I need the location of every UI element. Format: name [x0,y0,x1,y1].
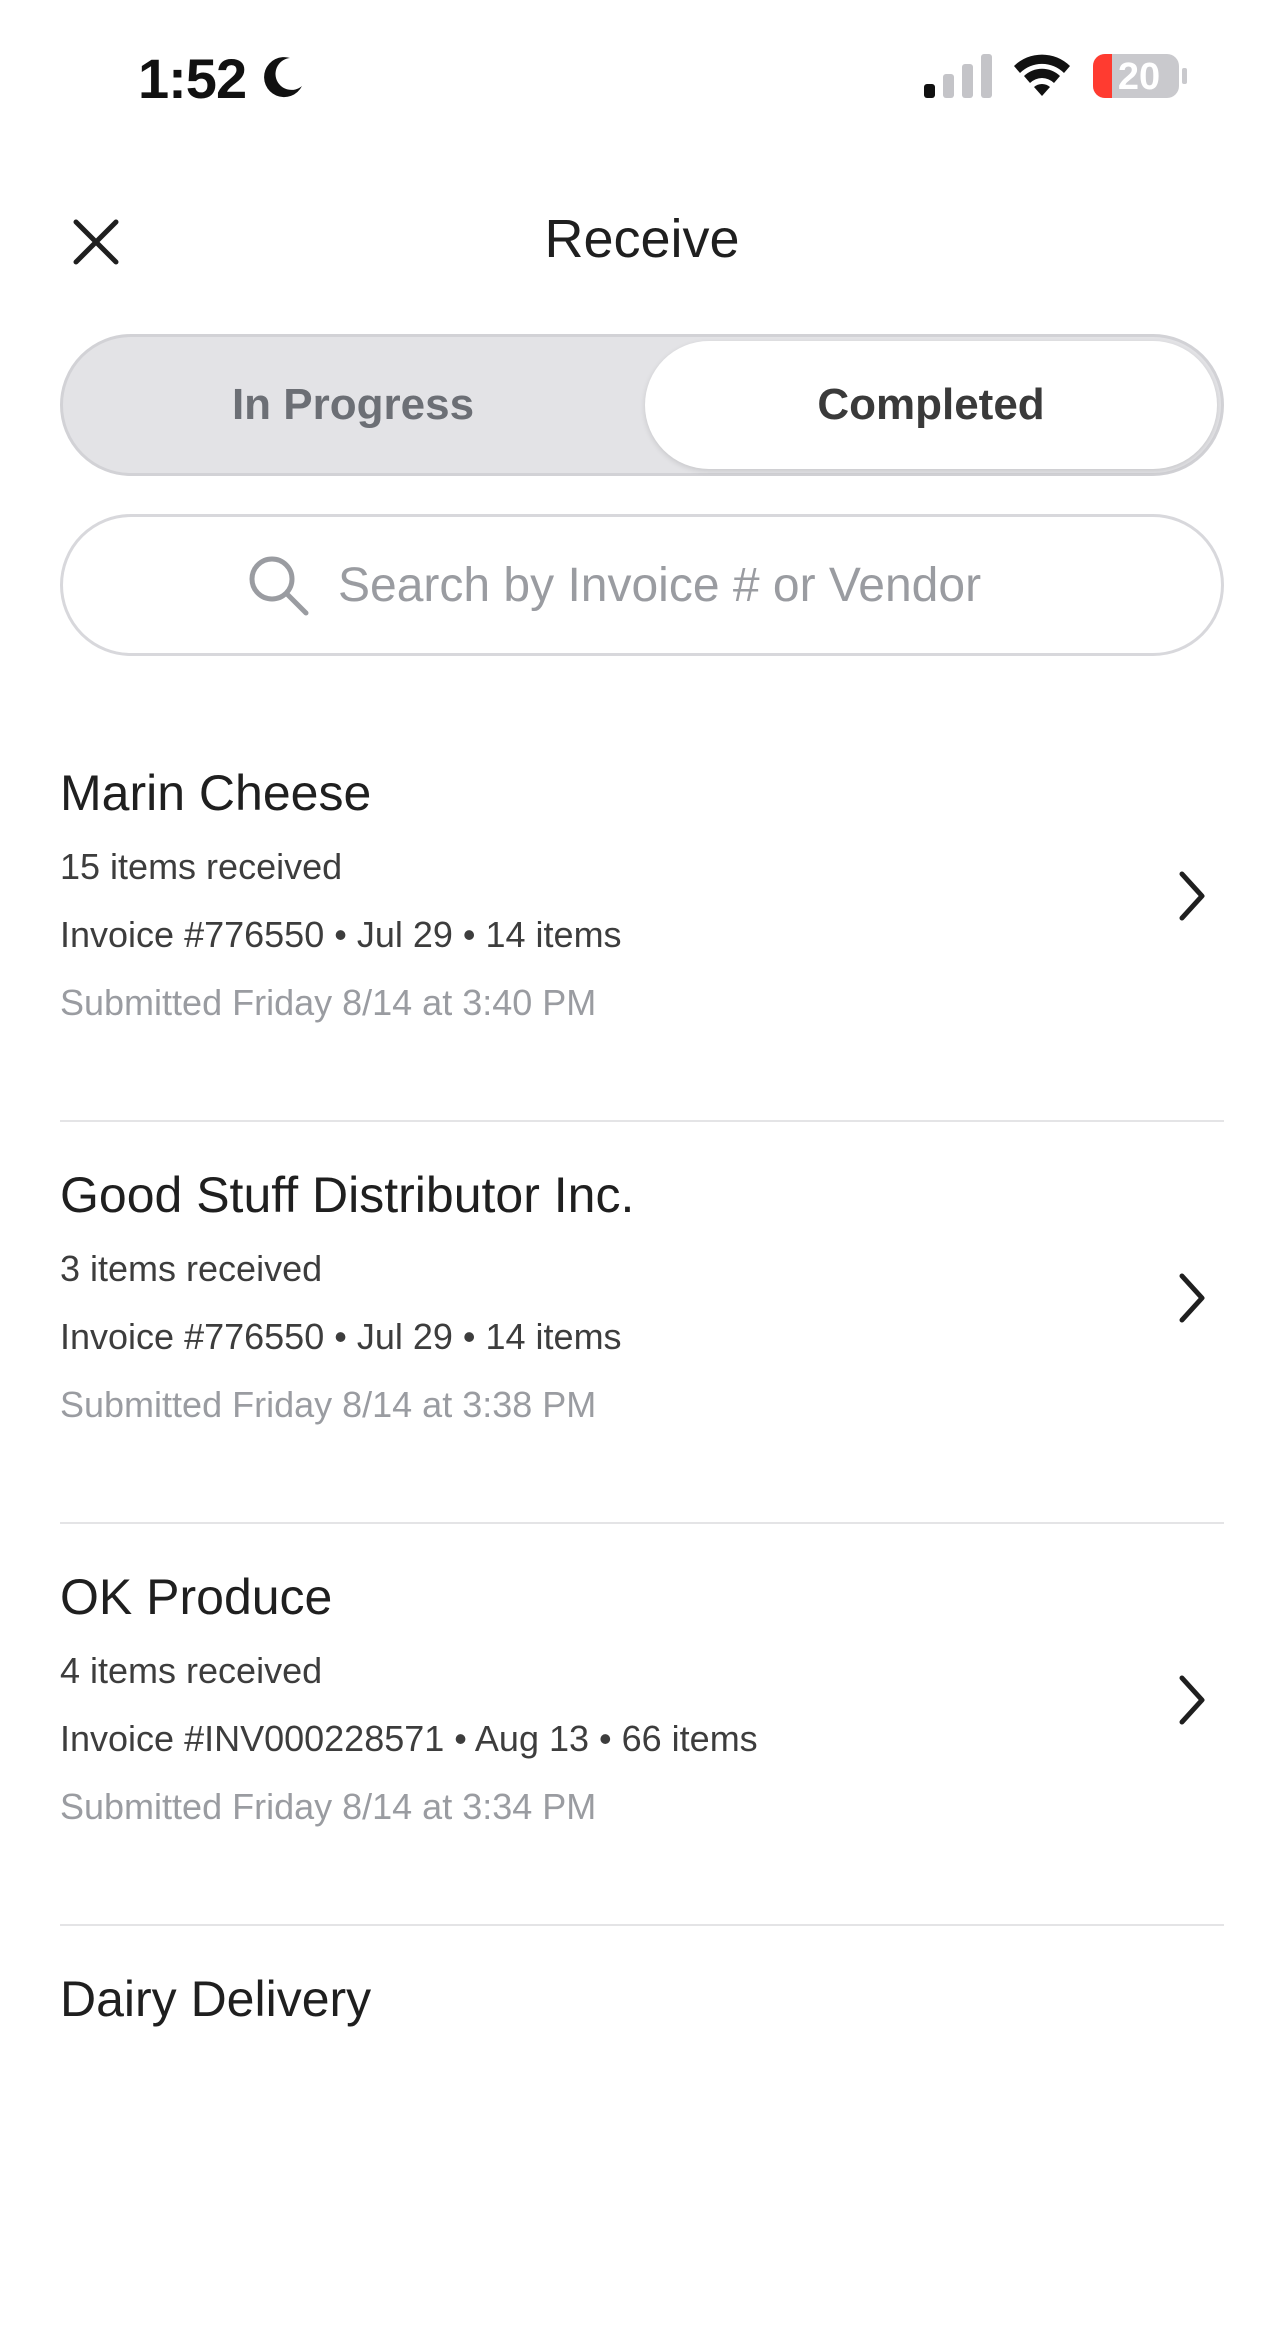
receipts-list: Marin Cheese 15 items received Invoice #… [60,720,1224,2328]
submitted-time: Submitted Friday 8/14 at 3:34 PM [60,1786,597,1827]
tab-completed[interactable]: Completed [645,341,1217,469]
vendor-name: Dairy Delivery [60,1971,372,2027]
submitted-time: Submitted Friday 8/14 at 3:40 PM [60,982,597,1023]
moon-icon [264,57,302,98]
vendor-name: Marin Cheese [60,765,372,821]
header: Receive [0,190,1284,290]
search-input[interactable] [338,557,1038,613]
list-item[interactable]: Dairy Delivery [60,1926,1224,2328]
list-item[interactable]: OK Produce 4 items received Invoice #INV… [60,1524,1224,1926]
items-received: 4 items received [60,1650,323,1691]
submitted-time: Submitted Friday 8/14 at 3:38 PM [60,1384,597,1425]
search-bar[interactable] [60,514,1224,656]
cellular-signal-icon [924,54,992,98]
status-segmented-control: In Progress Completed [60,334,1224,476]
vendor-name: OK Produce [60,1569,333,1625]
status-time: 1:52 [138,47,247,110]
wifi-icon [1014,54,1070,96]
status-bar: 1:52 20 [0,0,1284,150]
invoice-details: Invoice #776550 • Jul 29 • 14 items [60,1316,622,1357]
invoice-details: Invoice #INV000228571 • Aug 13 • 66 item… [60,1718,758,1759]
battery-level: 20 [1117,56,1161,98]
items-received: 15 items received [60,846,343,887]
list-item[interactable]: Marin Cheese 15 items received Invoice #… [60,720,1224,1122]
search-icon [249,556,309,616]
tab-in-progress[interactable]: In Progress [67,341,639,469]
page-title: Receive [544,209,740,269]
chevron-right-icon [1179,1273,1205,1323]
chevron-right-icon [1179,1675,1205,1725]
list-item[interactable]: Good Stuff Distributor Inc. 3 items rece… [60,1122,1224,1524]
chevron-right-icon [1179,871,1205,921]
vendor-name: Good Stuff Distributor Inc. [60,1167,635,1223]
invoice-details: Invoice #776550 • Jul 29 • 14 items [60,914,622,955]
items-received: 3 items received [60,1248,323,1289]
